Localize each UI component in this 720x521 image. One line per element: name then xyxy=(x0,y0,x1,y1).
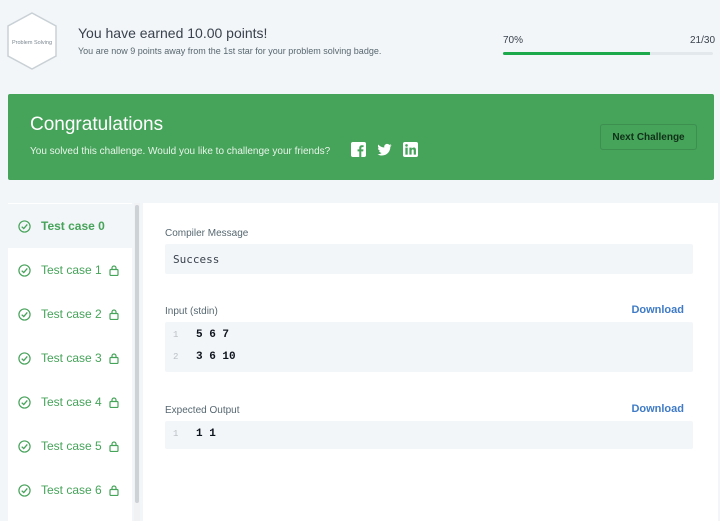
line-number: 1 xyxy=(173,330,179,340)
progress-fraction: 21/30 xyxy=(690,35,716,46)
check-circle-icon xyxy=(18,439,31,453)
points-earned-subtitle: You are now 9 points away from the 1st s… xyxy=(78,46,382,56)
progress-bar xyxy=(503,52,713,55)
input-label: Input (stdin) xyxy=(165,306,218,317)
test-case-item-2[interactable]: Test case 2 xyxy=(8,292,132,336)
congratulations-title: Congratulations xyxy=(30,114,164,135)
check-circle-icon xyxy=(18,351,31,365)
check-circle-icon xyxy=(18,483,31,497)
test-case-item-0[interactable]: Test case 0 xyxy=(8,204,132,248)
problem-solving-badge-icon: Problem Solving xyxy=(7,12,57,70)
test-case-label: Test case 5 xyxy=(41,439,102,453)
test-case-item-6[interactable]: Test case 6 xyxy=(8,468,132,512)
input-download-link[interactable]: Download xyxy=(631,304,684,316)
code-line: 2 3 6 10 xyxy=(165,347,693,369)
test-case-label: Test case 6 xyxy=(41,483,102,497)
expected-output-label: Expected Output xyxy=(165,405,240,416)
linkedin-icon[interactable] xyxy=(403,142,418,157)
line-number: 1 xyxy=(173,429,179,439)
progress-percent: 70% xyxy=(503,35,524,46)
progress-bar-fill xyxy=(503,52,650,55)
test-case-item-3[interactable]: Test case 3 xyxy=(8,336,132,380)
lock-icon xyxy=(109,264,119,276)
test-case-label: Test case 0 xyxy=(41,219,105,233)
test-case-label: Test case 4 xyxy=(41,395,102,409)
compiler-message-value: Success xyxy=(173,253,220,266)
code-text: 1 1 xyxy=(196,428,216,440)
check-circle-icon xyxy=(18,307,31,321)
code-line: 1 1 1 xyxy=(165,424,693,446)
test-case-item-4[interactable]: Test case 4 xyxy=(8,380,132,424)
code-text: 3 6 10 xyxy=(196,351,236,363)
lock-icon xyxy=(109,484,119,496)
test-case-label: Test case 2 xyxy=(41,307,102,321)
line-number: 2 xyxy=(173,352,179,362)
test-case-item-5[interactable]: Test case 5 xyxy=(8,424,132,468)
expected-download-link[interactable]: Download xyxy=(631,403,684,415)
compiler-message-label: Compiler Message xyxy=(165,228,249,239)
sidebar-scrollbar[interactable] xyxy=(134,203,140,521)
facebook-icon[interactable] xyxy=(351,142,366,157)
lock-icon xyxy=(109,308,119,320)
congratulations-subtitle: You solved this challenge. Would you lik… xyxy=(30,146,331,157)
check-circle-icon xyxy=(18,263,31,277)
check-circle-icon xyxy=(18,395,31,409)
code-text: 5 6 7 xyxy=(196,329,230,341)
input-box: 1 5 6 7 2 3 6 10 xyxy=(165,322,693,372)
left-rail xyxy=(0,203,8,521)
test-case-label: Test case 1 xyxy=(41,263,102,277)
congratulations-banner: Congratulations You solved this challeng… xyxy=(8,94,714,180)
sidebar-scrollbar-thumb[interactable] xyxy=(135,205,139,503)
lock-icon xyxy=(109,352,119,364)
test-case-item-1[interactable]: Test case 1 xyxy=(8,248,132,292)
twitter-icon[interactable] xyxy=(377,142,392,157)
points-earned-title: You have earned 10.00 points! xyxy=(78,25,268,41)
svg-text:Problem Solving: Problem Solving xyxy=(12,40,52,46)
lock-icon xyxy=(109,440,119,452)
lock-icon xyxy=(109,396,119,408)
test-case-sidebar: Test case 0 Test case 1 Test case 2 Test… xyxy=(8,203,132,521)
code-line: 1 5 6 7 xyxy=(165,325,693,347)
check-circle-icon xyxy=(18,219,31,233)
test-case-label: Test case 3 xyxy=(41,351,102,365)
progress-banner: Problem Solving You have earned 10.00 po… xyxy=(0,0,720,82)
compiler-message-box: Success xyxy=(165,244,693,274)
next-challenge-button[interactable]: Next Challenge xyxy=(600,124,697,150)
expected-output-box: 1 1 1 xyxy=(165,421,693,449)
test-case-details: Compiler Message Success Input (stdin) D… xyxy=(143,203,718,521)
